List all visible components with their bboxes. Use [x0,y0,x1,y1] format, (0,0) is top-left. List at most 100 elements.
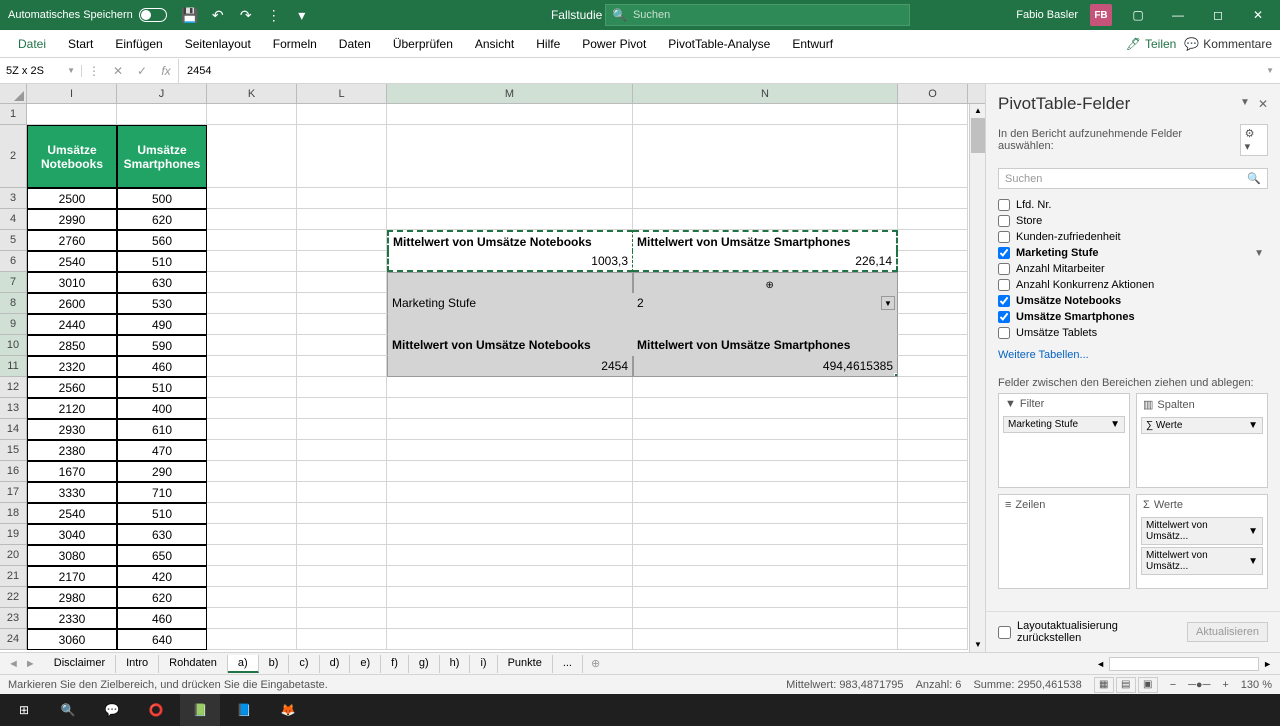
row-header-9[interactable]: 9 [0,314,27,335]
rows-area[interactable]: ≡Zeilen [998,494,1130,589]
field-7[interactable]: Umsätze Smartphones [998,309,1268,325]
tab-ueberpruefen[interactable]: Überprüfen [383,33,463,55]
more-tables-link[interactable]: Weitere Tabellen... [986,345,1280,369]
cell-j5[interactable]: 560 [117,230,207,251]
row-header-1[interactable]: 1 [0,104,27,125]
search-input[interactable] [633,9,903,21]
cell-i24[interactable]: 3060 [27,629,117,650]
field-search[interactable]: Suchen 🔍 [998,168,1268,189]
search-box[interactable]: 🔍 [605,4,910,26]
cell-j23[interactable]: 460 [117,608,207,629]
row-header-11[interactable]: 11 [0,356,27,377]
row-header-22[interactable]: 22 [0,587,27,608]
cell-j6[interactable]: 510 [117,251,207,272]
row-header-13[interactable]: 13 [0,398,27,419]
cell-j9[interactable]: 490 [117,314,207,335]
cell-j16[interactable]: 290 [117,461,207,482]
field-checkbox-3[interactable] [998,247,1010,259]
row-header-4[interactable]: 4 [0,209,27,230]
col-header-n[interactable]: N [633,84,898,103]
sheet-tab-i)[interactable]: i) [470,655,497,673]
excel-task-icon[interactable]: 📗 [180,694,220,726]
cell-i18[interactable]: 2540 [27,503,117,524]
field-filter-icon[interactable]: ▼ [1254,248,1264,259]
tab-einfuegen[interactable]: Einfügen [105,33,172,55]
fb-dropdown-icon[interactable]: ⋮ [82,59,106,83]
app-icon-2[interactable]: ⭕ [136,694,176,726]
col-header-j[interactable]: J [117,84,207,103]
update-button[interactable]: Aktualisieren [1187,622,1268,642]
panel-close-icon[interactable]: ✕ [1258,97,1268,111]
expand-formula-icon[interactable]: ▼ [1260,66,1280,75]
row-header-12[interactable]: 12 [0,377,27,398]
field-0[interactable]: Lfd. Nr. [998,197,1268,213]
row-header-6[interactable]: 6 [0,251,27,272]
sheet-tab-g)[interactable]: g) [409,655,440,673]
cell-i6[interactable]: 2540 [27,251,117,272]
field-5[interactable]: Anzahl Konkurrenz Aktionen [998,277,1268,293]
user-avatar[interactable]: FB [1090,4,1112,26]
cell-j7[interactable]: 630 [117,272,207,293]
tab-seitenlayout[interactable]: Seitenlayout [175,33,261,55]
filter-dropdown-icon[interactable]: ▼ [881,296,895,310]
cell-i17[interactable]: 3330 [27,482,117,503]
touch-icon[interactable]: ⋮ [266,7,282,23]
sheet-tab-Intro[interactable]: Intro [116,655,159,673]
field-checkbox-5[interactable] [998,279,1010,291]
cell-i19[interactable]: 3040 [27,524,117,545]
cell-i14[interactable]: 2930 [27,419,117,440]
pivot2-filter-value[interactable]: 2▼ [633,293,898,314]
row-header-5[interactable]: 5 [0,230,27,251]
tab-pivottable-analyse[interactable]: PivotTable-Analyse [658,33,780,55]
field-8[interactable]: Umsätze Tablets [998,325,1268,341]
view-page-icon[interactable]: ▤ [1116,677,1136,693]
cell-i7[interactable]: 3010 [27,272,117,293]
columns-item[interactable]: ∑ Werte▼ [1141,417,1263,434]
cell-j8[interactable]: 530 [117,293,207,314]
tab-next-icon[interactable]: ► [25,658,36,670]
undo-icon[interactable]: ↶ [210,7,226,23]
col-header-k[interactable]: K [207,84,297,103]
close-icon[interactable]: ✕ [1244,5,1272,25]
cell-j11[interactable]: 460 [117,356,207,377]
tab-ansicht[interactable]: Ansicht [465,33,524,55]
field-3[interactable]: Marketing Stufe▼ [998,245,1268,261]
cell-i13[interactable]: 2120 [27,398,117,419]
hscroll-track[interactable] [1109,657,1259,671]
col-header-m[interactable]: M [387,84,633,103]
scroll-up-icon[interactable]: ▲ [971,104,985,118]
gear-icon[interactable]: ⚙ ▾ [1240,124,1268,156]
comments-button[interactable]: 💬 Kommentare [1184,37,1272,51]
row-header-23[interactable]: 23 [0,608,27,629]
sheet-tab-f)[interactable]: f) [381,655,409,673]
redo-icon[interactable]: ↷ [238,7,254,23]
cell-i5[interactable]: 2760 [27,230,117,251]
toggle-switch[interactable] [139,8,167,22]
row-header-7[interactable]: 7 [0,272,27,293]
cell-i20[interactable]: 3080 [27,545,117,566]
add-sheet-icon[interactable]: ⊕ [583,657,608,670]
cell-i8[interactable]: 2600 [27,293,117,314]
row-header-2[interactable]: 2 [0,125,27,188]
sheet-tab-h)[interactable]: h) [440,655,471,673]
word-task-icon[interactable]: 📘 [224,694,264,726]
row-header-18[interactable]: 18 [0,503,27,524]
tab-daten[interactable]: Daten [329,33,381,55]
row-header-20[interactable]: 20 [0,545,27,566]
app-icon-1[interactable]: 💬 [92,694,132,726]
sheet-tab-Disclaimer[interactable]: Disclaimer [44,655,116,673]
save-icon[interactable]: 💾 [182,7,198,23]
filter-item[interactable]: Marketing Stufe▼ [1003,416,1125,433]
field-2[interactable]: Kunden-zufriedenheit [998,229,1268,245]
tab-start[interactable]: Start [58,33,103,55]
cell-j10[interactable]: 590 [117,335,207,356]
tab-powerpivot[interactable]: Power Pivot [572,33,656,55]
row-header-3[interactable]: 3 [0,188,27,209]
cell-i23[interactable]: 2330 [27,608,117,629]
fx-icon[interactable]: fx [154,59,178,83]
confirm-icon[interactable]: ✓ [130,59,154,83]
firefox-task-icon[interactable]: 🦊 [268,694,308,726]
row-header-8[interactable]: 8 [0,293,27,314]
hscroll-right-icon[interactable]: ► [1263,659,1272,669]
col-header-o[interactable]: O [898,84,968,103]
